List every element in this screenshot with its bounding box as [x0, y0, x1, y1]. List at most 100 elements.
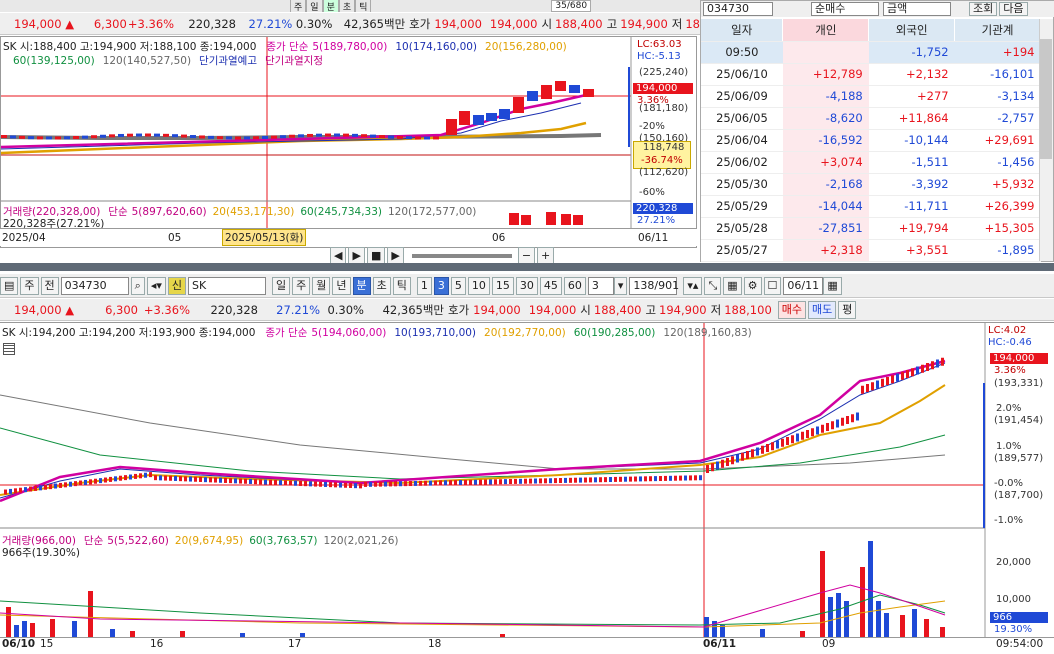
bottom-type[interactable]: 주: [20, 276, 39, 295]
sell-button[interactable]: 매도: [808, 300, 837, 319]
num-15[interactable]: 15: [491, 276, 514, 295]
bottom-candle: [694, 475, 697, 481]
investor-row[interactable]: 25/06/02 +3,074 -1,511 -1,456: [701, 151, 1041, 174]
bottom-change: 6,300: [105, 302, 138, 317]
investor-toolbar: 034730 순매수 금액 조회 다음: [701, 1, 1054, 17]
top-tab-4[interactable]: 틱: [355, 0, 372, 12]
investor-scroll-thumb[interactable]: [1040, 39, 1052, 159]
chevron-down-icon[interactable]: ▾: [613, 276, 628, 295]
sound-icon[interactable]: ◂▾: [146, 276, 166, 295]
bottom-chart-pane[interactable]: SK 시:194,200 고:194,200 저:193,900 종:194,0…: [0, 322, 1054, 653]
search-icon[interactable]: ⌕: [130, 276, 145, 295]
bottom-grid-icon[interactable]: [3, 343, 15, 355]
num-60[interactable]: 60: [563, 276, 586, 295]
investor-row[interactable]: 25/05/27 +2,318 +3,551 -1,895: [701, 239, 1041, 262]
period-year[interactable]: 년: [332, 276, 351, 295]
top-price: 194,000 ▲: [14, 16, 75, 31]
bottom-candle: [514, 478, 517, 484]
investor-date: 25/05/30: [701, 173, 783, 196]
num-10[interactable]: 10: [467, 276, 490, 295]
investor-date: 25/06/10: [701, 63, 783, 86]
bottom-legend: SK 시:194,200 고:194,200 저:193,900 종:194,0…: [2, 325, 752, 340]
period-day[interactable]: 일: [272, 276, 291, 295]
top-chart-pane[interactable]: SK 시:188,400 고:194,900 저:188,100 종:194,0…: [0, 36, 697, 248]
investor-panel: 034730 순매수 금액 조회 다음 일자 개인 외국인 기관계 09:50 -…: [700, 0, 1054, 262]
top-hi-label: 시: [541, 16, 553, 31]
top-candle: [473, 115, 484, 125]
investor-foreign: +277: [868, 85, 955, 108]
investor-row[interactable]: 25/05/30 -2,168 -3,392 +5,932: [701, 173, 1041, 196]
num-3[interactable]: 3: [433, 276, 449, 295]
investor-header-row: 일자 개인 외국인 기관계: [701, 19, 1041, 42]
investor-row[interactable]: 25/05/29 -14,044 -11,711 +26,399: [701, 195, 1041, 218]
bottom-candle: [726, 458, 729, 466]
investor-date: 25/05/27: [701, 239, 783, 262]
zoom-slider[interactable]: [411, 254, 512, 258]
bottom-candle: [886, 377, 889, 385]
period-second[interactable]: 초: [372, 276, 391, 295]
bottom-name[interactable]: SK: [188, 276, 266, 295]
grid-icon[interactable]: ▦: [723, 276, 742, 295]
investor-code[interactable]: 034730: [703, 2, 773, 16]
bottom-x-g: 09: [822, 638, 836, 650]
top-price-tag: 194,000: [633, 83, 693, 94]
window-divider[interactable]: [0, 263, 1054, 271]
bottom-candle: [244, 478, 247, 484]
num-5[interactable]: 5: [450, 276, 466, 295]
bottom-candle: [134, 473, 137, 479]
calendar-icon[interactable]: ▦: [823, 276, 842, 295]
bottom-candle: [24, 487, 27, 493]
period-month[interactable]: 월: [312, 276, 331, 295]
investor-row[interactable]: 25/06/04 -16,592 -10,144 +29,691: [701, 129, 1041, 152]
gear-icon[interactable]: ⚙: [743, 276, 762, 295]
investor-row[interactable]: 25/05/28 -27,851 +19,794 +15,305: [701, 217, 1041, 240]
investor-row[interactable]: 25/06/09 -4,188 +277 -3,134: [701, 85, 1041, 108]
bottom-candle: [14, 488, 17, 494]
bottom-candle: [761, 445, 764, 454]
bottom-candle: [234, 478, 237, 484]
date-input[interactable]: 06/11: [783, 276, 824, 295]
period-week[interactable]: 주: [292, 276, 311, 295]
count-select[interactable]: 3: [587, 276, 614, 295]
investor-date: 25/06/02: [701, 151, 783, 174]
top-tab-1[interactable]: 일: [306, 0, 323, 12]
top-tab-0[interactable]: 주: [290, 0, 307, 12]
investor-scrollbar[interactable]: [1039, 19, 1053, 261]
pattern-icon[interactable]: ⤡: [704, 276, 722, 295]
bottom-candle: [811, 428, 814, 437]
investor-row[interactable]: 09:50 -1,752 +194: [701, 41, 1041, 64]
buy-button[interactable]: 매수: [777, 300, 807, 319]
top-legend-line2: 60(139,125,00) 120(140,527,50) 단기과열예고 단기…: [3, 53, 323, 68]
bottom-vol-bar: [884, 613, 889, 637]
bottom-pct-tag: 3.36%: [994, 365, 1026, 376]
bottom-candle: [524, 478, 527, 484]
investor-next-button[interactable]: 다음: [999, 2, 1028, 16]
num-45[interactable]: 45: [539, 276, 562, 295]
num-30[interactable]: 30: [515, 276, 538, 295]
bottom-candle: [866, 384, 869, 392]
bottom-candle: [609, 477, 612, 483]
top-tab-2[interactable]: 분: [322, 0, 339, 12]
period-minute[interactable]: 분: [352, 276, 371, 295]
investor-row[interactable]: 25/06/10 +12,789 +2,132 -16,101: [701, 63, 1041, 86]
bottom-prev[interactable]: 전: [40, 276, 59, 295]
bottom-xaxis: 06/10 15 16 17 18 06/11 09 09:54:00: [0, 637, 1054, 653]
bottom-candle: [634, 476, 637, 482]
indicator-icon[interactable]: ▾▴: [683, 276, 703, 295]
investor-row[interactable]: 25/06/05 -8,620 +11,864 -2,757: [701, 107, 1041, 130]
bottom-code-input[interactable]: 034730: [60, 276, 129, 295]
bottom-candle: [921, 364, 924, 373]
investor-indiv: +2,318: [782, 239, 869, 262]
top-candle-small: [127, 133, 133, 137]
period-tick[interactable]: 틱: [392, 276, 411, 295]
checkbox-icon[interactable]: ☐: [763, 276, 782, 295]
menu-icon[interactable]: ▤: [0, 276, 19, 295]
investor-type[interactable]: 순매수: [811, 2, 879, 16]
eval-button[interactable]: 평: [838, 300, 857, 319]
bottom-bid2: 194,000: [528, 302, 577, 317]
investor-type2[interactable]: 금액: [883, 2, 951, 16]
num-1[interactable]: 1: [416, 276, 432, 295]
top-tab-3[interactable]: 초: [338, 0, 356, 12]
investor-query-button[interactable]: 조회: [969, 2, 998, 16]
bottom-candle: [916, 366, 919, 375]
